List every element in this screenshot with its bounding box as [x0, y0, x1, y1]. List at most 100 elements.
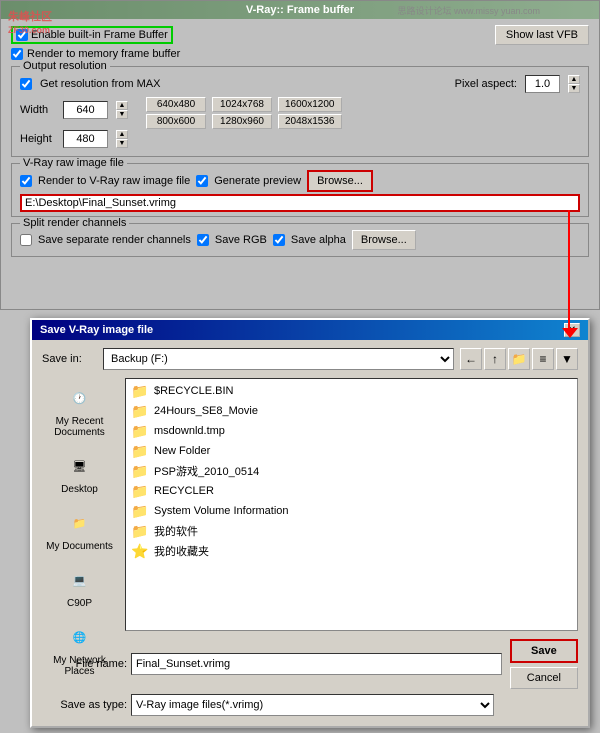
preset-1024x768[interactable]: 1024x768: [212, 97, 272, 112]
toolbar-icons: ← ↑ 📁 ≡ ▼: [460, 348, 578, 370]
height-label: Height: [20, 133, 55, 145]
save-button[interactable]: Save: [510, 639, 578, 663]
split-render-label: Split render channels: [20, 217, 129, 229]
dialog-content-area: 🕐 My RecentDocuments 🖥 Desktop 📁 My Docu…: [42, 378, 578, 631]
raw-image-section: V-Ray raw image file Render to V-Ray raw…: [11, 163, 589, 217]
render-memory-label: Render to memory frame buffer: [27, 48, 180, 60]
save-in-select[interactable]: Backup (F:): [103, 348, 454, 370]
save-type-select[interactable]: V-Ray image files(*.vrimg): [131, 694, 494, 716]
preset-1600x1200[interactable]: 1600x1200: [278, 97, 342, 112]
render-to-raw-label: Render to V-Ray raw image file: [38, 175, 190, 187]
split-render-row: Save separate render channels Save RGB S…: [20, 230, 580, 250]
height-up[interactable]: ▲: [116, 130, 128, 139]
get-resolution-label: Get resolution from MAX: [40, 78, 160, 90]
file-item-system-volume[interactable]: 📁 System Volume Information: [128, 501, 575, 521]
folder-icon-psp: 📁: [132, 463, 148, 479]
save-separate-checkbox[interactable]: [20, 234, 32, 246]
folder-icon-recycler: 📁: [132, 483, 148, 499]
file-name-recycle-bin: $RECYCLE.BIN: [154, 385, 233, 397]
c90p-icon: 💻: [64, 564, 96, 596]
pixel-aspect-input[interactable]: [525, 75, 560, 93]
pixel-aspect-up[interactable]: ▲: [568, 75, 580, 84]
file-item-psp[interactable]: 📁 PSP游戏_2010_0514: [128, 461, 575, 481]
pixel-aspect-down[interactable]: ▼: [568, 84, 580, 93]
pixel-aspect-label: Pixel aspect:: [455, 78, 517, 90]
file-name-psp: PSP游戏_2010_0514: [154, 463, 259, 479]
file-name-label: File name:: [42, 658, 127, 670]
split-render-section: Split render channels Save separate rend…: [11, 223, 589, 257]
width-up[interactable]: ▲: [116, 101, 128, 110]
sidebar-item-c90p[interactable]: 💻 C90P: [42, 560, 117, 613]
height-input[interactable]: [63, 130, 108, 148]
mydocs-icon: 📁: [64, 507, 96, 539]
resolution-presets: 640x480 1024x768 1600x1200 800x600 1280x…: [146, 97, 342, 152]
dialog-footer: File name: Save Cancel Save as type: V-R…: [42, 639, 578, 716]
view-button[interactable]: ≡: [532, 348, 554, 370]
watermark-sub: ZF30.com: [8, 25, 50, 35]
folder-icon-recycle: 📁: [132, 383, 148, 399]
generate-preview-checkbox[interactable]: [196, 175, 208, 187]
save-dialog: Save V-Ray image file ✕ Save in: Backup …: [30, 318, 590, 728]
save-rgb-checkbox[interactable]: [197, 234, 209, 246]
file-item-24hours[interactable]: 📁 24Hours_SE8_Movie: [128, 401, 575, 421]
desktop-icon: 🖥: [64, 450, 96, 482]
file-name-msdownld: msdownld.tmp: [154, 425, 225, 437]
new-folder-button[interactable]: 📁: [508, 348, 530, 370]
render-to-raw-checkbox[interactable]: [20, 175, 32, 187]
sidebar-item-desktop[interactable]: 🖥 Desktop: [42, 446, 117, 499]
red-arrow-head: [562, 328, 578, 338]
save-separate-label: Save separate render channels: [38, 234, 191, 246]
file-name-24hours: 24Hours_SE8_Movie: [154, 405, 258, 417]
file-item-new-folder[interactable]: 📁 New Folder: [128, 441, 575, 461]
file-item-recycler[interactable]: 📁 RECYCLER: [128, 481, 575, 501]
file-name-favorites: 我的收藏夹: [154, 543, 209, 559]
recent-icon: 🕐: [64, 382, 96, 414]
sidebar-item-recent[interactable]: 🕐 My RecentDocuments: [42, 378, 117, 442]
save-in-label: Save in:: [42, 353, 97, 365]
width-input[interactable]: [63, 101, 108, 119]
output-resolution-label: Output resolution: [20, 60, 110, 72]
folder-icon-24hours: 📁: [132, 403, 148, 419]
preset-row-1: 640x480 1024x768 1600x1200: [146, 97, 342, 112]
back-button[interactable]: ←: [460, 348, 482, 370]
file-item-msdownld[interactable]: 📁 msdownld.tmp: [128, 421, 575, 441]
preset-640x480[interactable]: 640x480: [146, 97, 206, 112]
show-vfb-button[interactable]: Show last VFB: [495, 25, 589, 45]
height-down[interactable]: ▼: [116, 139, 128, 148]
watermark-site: 朱峰社区: [8, 11, 52, 23]
sidebar-item-mydocs[interactable]: 📁 My Documents: [42, 503, 117, 556]
file-name-system-volume: System Volume Information: [154, 505, 289, 517]
render-memory-checkbox[interactable]: [11, 48, 23, 60]
tools-button[interactable]: ▼: [556, 348, 578, 370]
preset-2048x1536[interactable]: 2048x1536: [278, 114, 342, 129]
get-resolution-checkbox[interactable]: [20, 78, 32, 90]
width-down[interactable]: ▼: [116, 110, 128, 119]
file-item-my-software[interactable]: 📁 我的软件: [128, 521, 575, 541]
sidebar-desktop-label: Desktop: [61, 484, 98, 495]
file-item-recycle-bin[interactable]: 📁 $RECYCLE.BIN: [128, 381, 575, 401]
cancel-button[interactable]: Cancel: [510, 667, 578, 689]
file-name-my-software: 我的软件: [154, 523, 198, 539]
raw-image-label: V-Ray raw image file: [20, 157, 127, 169]
file-name-new-folder: New Folder: [154, 445, 210, 457]
watermark-top-right: 思路设计论坛 www.missy yuan.com: [397, 4, 540, 17]
browse-raw-button[interactable]: Browse...: [307, 170, 373, 192]
raw-path-input[interactable]: [20, 194, 580, 212]
footer-buttons: Save Cancel: [510, 639, 578, 689]
vray-title: V-Ray:: Frame buffer: [246, 4, 354, 16]
resolution-top-row: Get resolution from MAX Pixel aspect: ▲ …: [20, 75, 580, 93]
file-list[interactable]: 📁 $RECYCLE.BIN 📁 24Hours_SE8_Movie 📁 msd…: [125, 378, 578, 631]
file-name-input[interactable]: [131, 653, 502, 675]
save-alpha-label: Save alpha: [291, 234, 346, 246]
file-item-favorites[interactable]: ⭐ 我的收藏夹: [128, 541, 575, 561]
save-alpha-checkbox[interactable]: [273, 234, 285, 246]
preset-800x600[interactable]: 800x600: [146, 114, 206, 129]
preset-1280x960[interactable]: 1280x960: [212, 114, 272, 129]
sidebar-recent-label: My RecentDocuments: [54, 416, 105, 438]
height-row: Height ▲ ▼: [20, 130, 128, 148]
sidebar-c90p-label: C90P: [67, 598, 92, 609]
width-row: Width ▲ ▼: [20, 101, 128, 119]
up-folder-button[interactable]: ↑: [484, 348, 506, 370]
browse-split-button[interactable]: Browse...: [352, 230, 416, 250]
generate-preview-label: Generate preview: [214, 175, 301, 187]
